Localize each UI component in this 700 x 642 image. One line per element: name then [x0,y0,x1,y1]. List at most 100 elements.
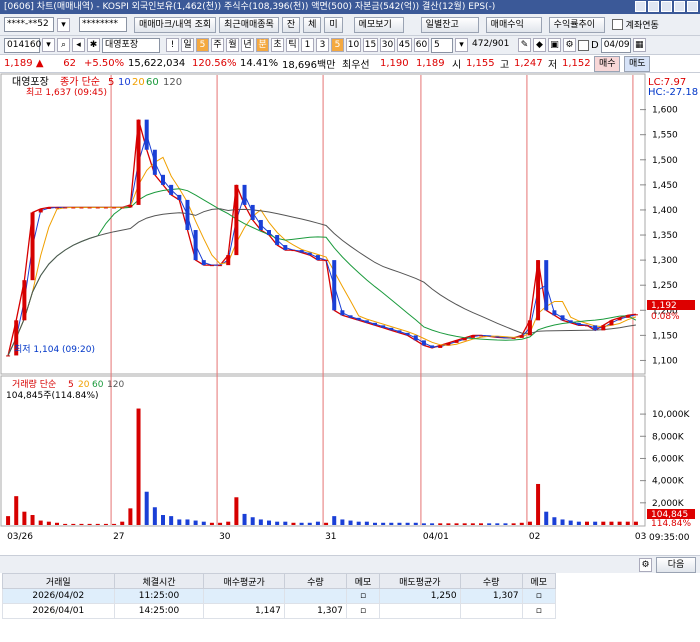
price-candle [511,337,516,339]
alert-icon[interactable]: ! [166,38,179,52]
price-candle [389,327,394,331]
chart-toolbar: 014160 ▾ ⌕ ◂ ✱ 대영포장 ! 일 5 주 월 년 분 초 틱 1 … [0,36,700,55]
memo-icon[interactable]: ▫ [536,606,542,616]
turnover-rate: 14.41% [240,58,279,69]
col-buy-avg[interactable]: 매수평균가 [203,573,285,589]
date-checkbox[interactable] [578,39,589,51]
help-icon[interactable] [635,1,646,12]
period-tick[interactable]: 틱 [286,38,299,52]
period-year[interactable]: 년 [241,38,254,52]
price-change-pct: +5.50% [84,58,125,69]
volume-bar [177,519,182,525]
cart-icon[interactable]: ◆ [533,38,546,52]
stock-name-label: 대영포장 [12,76,49,88]
close-icon[interactable] [687,1,698,12]
interval-30[interactable]: 30 [380,38,395,52]
profit-trend-button[interactable]: 수익률추이 [548,16,605,33]
trade-mark-query-button[interactable]: 매매마크/내역 조회 [134,16,217,33]
minimize-icon[interactable] [661,1,672,12]
memo-view-button[interactable]: 메모보기 [353,16,404,33]
period-minute[interactable]: 분 [256,38,269,52]
period-week[interactable]: 주 [211,38,224,52]
open-price: 1,155 [466,58,495,69]
chart-area[interactable]: 03/26 27 30 31 04/01 02 03 1,600 1,550 1,500 1,450… [0,73,700,555]
next-button[interactable]: 다음 [656,557,696,573]
save-icon[interactable]: ▣ [548,38,561,52]
window-title: [0606] 차트(매매내역) - KOSPI 외국인보유(1,462(천)) … [4,2,496,12]
interval-45[interactable]: 45 [397,38,412,52]
col-fill-time[interactable]: 체결시간 [113,573,205,589]
search-icon[interactable]: ⌕ [57,38,70,52]
price-info-bar: 1,189 ▲ 62 +5.50% 15,622,034 120.56% 14.… [0,55,700,73]
table-row[interactable]: 2026/04/02 11:25:00 ▫ 1,250 1,307 ▫ [2,588,557,604]
interval-3[interactable]: 3 [316,38,329,52]
pin-icon[interactable] [648,1,659,12]
period-day[interactable]: 일 [181,38,194,52]
memo-edit-icon[interactable]: ▫ [536,591,542,601]
date-tick-label: 31 [325,532,336,542]
interval-input[interactable]: 5 [431,37,453,53]
low-price: 1,152 [562,58,591,69]
col-buy-memo[interactable]: 메모 [345,573,381,589]
account-dropdown-icon[interactable]: ▾ [57,17,70,32]
stock-code-field[interactable]: 014160 [4,37,41,53]
price-candle [193,230,198,261]
window-title-bar: [0606] 차트(매매내역) - KOSPI 외국인보유(1,462(천)) … [0,0,700,14]
volume-bar [462,523,467,525]
cell-buy-memo[interactable]: ▫ [345,588,381,604]
unfilled-button[interactable]: 미 [324,16,343,33]
price-candle [373,322,377,326]
calendar-icon[interactable]: ▦ [632,38,646,52]
maximize-icon[interactable] [674,1,685,12]
col-buy-qty[interactable]: 수량 [283,573,347,589]
ask-price: 1,190 [380,58,409,69]
col-sell-avg[interactable]: 매도평균가 [379,573,461,589]
interval-10[interactable]: 10 [346,38,361,52]
settings-icon[interactable]: ✱ [87,38,100,52]
daily-balance-button[interactable]: 일별잔고 [420,16,479,33]
stock-name-field[interactable]: 대영포장 [102,37,160,53]
price-candle [169,184,174,195]
account-link-checkbox[interactable] [611,19,623,30]
gear-icon[interactable]: ⚙ [639,558,652,572]
period-month[interactable]: 월 [226,38,239,52]
col-sell-qty[interactable]: 수량 [459,573,523,589]
cell-sell-memo[interactable]: ▫ [521,588,557,604]
recent-trades-button[interactable]: 최근매매종목 [219,16,279,33]
memo-edit-icon[interactable]: ▫ [360,606,366,616]
interval-5[interactable]: 5 [331,38,344,52]
volume-bar [430,523,435,525]
speaker-icon[interactable]: ◂ [72,38,85,52]
filled-button[interactable]: 체 [303,16,322,33]
pen-icon[interactable]: ✎ [518,38,531,52]
gear-icon[interactable]: ⚙ [563,38,576,52]
volume-bar [152,507,157,525]
col-sell-memo[interactable]: 메모 [521,573,557,589]
cell-buy-memo[interactable]: ▫ [345,603,381,619]
date-field[interactable]: 04/09 [600,37,631,53]
sell-button[interactable]: 매도 [624,55,650,72]
period-second[interactable]: 초 [271,38,284,52]
interval-15[interactable]: 15 [363,38,378,52]
trade-profit-button[interactable]: 매매수익 [485,16,542,33]
price-candle [593,325,598,331]
memo-icon[interactable]: ▫ [360,591,366,601]
interval-1[interactable]: 1 [301,38,314,52]
balance-button[interactable]: 잔 [281,16,301,33]
interval-60[interactable]: 60 [414,38,429,52]
price-tick-label: 1,450 [652,181,678,191]
account-field[interactable]: ****-**52 [4,17,54,32]
password-field[interactable]: ******** [79,17,127,32]
stock-dropdown-icon[interactable]: ▾ [42,38,55,52]
buy-button[interactable]: 매수 [594,55,620,72]
range-display: 472/901 [472,38,510,49]
col-trade-date[interactable]: 거래일 [2,573,115,589]
price-candle [560,315,565,321]
price-volume-chart[interactable]: 03/26 27 30 31 04/01 02 03 1,600 1,550 1,500 1,450… [0,73,700,555]
count-dropdown[interactable]: 5 [196,38,209,52]
table-row[interactable]: 2026/04/01 14:25:00 1,147 1,307 ▫ ▫ [2,603,557,619]
volume-bar [479,523,483,525]
cell-date: 2026/04/01 [2,603,115,619]
cell-sell-memo[interactable]: ▫ [521,603,557,619]
interval-dropdown-icon[interactable]: ▾ [455,38,468,52]
